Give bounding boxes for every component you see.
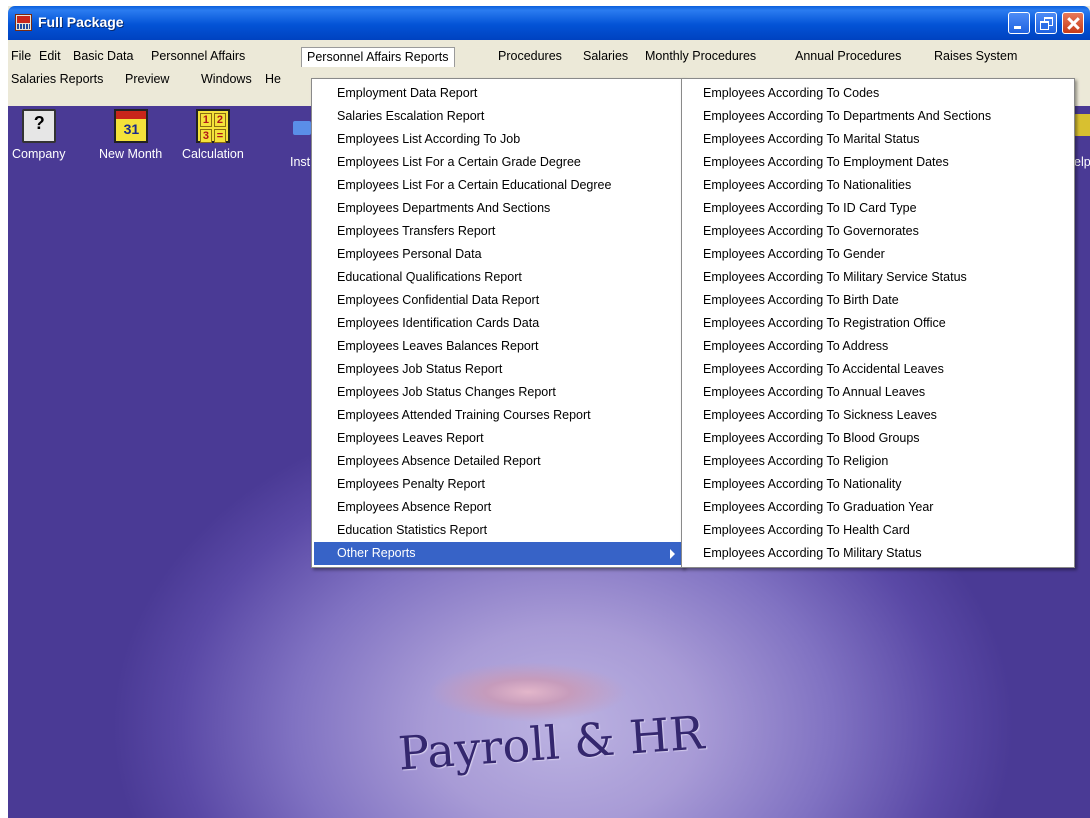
menu-preview[interactable]: Preview (125, 72, 169, 86)
menu-item-report[interactable]: Employment Data Report (312, 82, 683, 105)
submenu-item[interactable]: Employees According To Health Card (682, 519, 1074, 542)
menu-item-report[interactable]: Employees List For a Certain Educational… (312, 174, 683, 197)
app-window: Full Package File Edit Basic Data Person… (8, 6, 1090, 818)
menu-windows[interactable]: Windows (201, 72, 252, 86)
menu-item-report[interactable]: Employees Job Status Changes Report (312, 381, 683, 404)
menu-bar-row-1: File Edit Basic Data Personnel Affairs P… (8, 46, 1090, 69)
menu-item-report[interactable]: Salaries Escalation Report (312, 105, 683, 128)
toolbar-new-month-label: New Month (99, 147, 163, 161)
submenu-item[interactable]: Employees According To Departments And S… (682, 105, 1074, 128)
toolbar-calculation-button[interactable]: 1 2 3 = Calculation (182, 109, 244, 161)
calculator-icon: 1 2 3 = (195, 109, 230, 143)
menu-item-report[interactable]: Employees Departments And Sections (312, 197, 683, 220)
submenu-item[interactable]: Employees According To Registration Offi… (682, 312, 1074, 335)
menu-item-report[interactable]: Employees Job Status Report (312, 358, 683, 381)
menu-basic-data[interactable]: Basic Data (73, 49, 133, 63)
submenu-item[interactable]: Employees According To Codes (682, 82, 1074, 105)
submenu-item[interactable]: Employees According To Annual Leaves (682, 381, 1074, 404)
submenu-item[interactable]: Employees According To Birth Date (682, 289, 1074, 312)
menu-procedures[interactable]: Procedures (498, 49, 562, 63)
menu-personnel-affairs[interactable]: Personnel Affairs (151, 49, 245, 63)
title-bar[interactable]: Full Package (8, 6, 1090, 40)
restore-button[interactable] (1035, 12, 1057, 34)
menu-salaries-reports[interactable]: Salaries Reports (11, 72, 103, 86)
minimize-button[interactable] (1008, 12, 1030, 34)
other-reports-label: Other Reports (337, 546, 416, 560)
toolbar-new-month-button[interactable]: New Month (99, 109, 162, 161)
menu-item-report[interactable]: Employees Absence Detailed Report (312, 450, 683, 473)
menu-item-other-reports[interactable]: Other Reports (314, 542, 681, 565)
submenu-item[interactable]: Employees According To Nationalities (682, 174, 1074, 197)
menu-item-report[interactable]: Employees Identification Cards Data (312, 312, 683, 335)
menu-item-report[interactable]: Employees Leaves Balances Report (312, 335, 683, 358)
menu-personnel-affairs-reports[interactable]: Personnel Affairs Reports (301, 47, 455, 67)
toolbar-inst-label[interactable]: Inst (290, 155, 310, 169)
toolbar-company-label: Company (12, 147, 66, 161)
submenu-item[interactable]: Employees According To Accidental Leaves (682, 358, 1074, 381)
menu-item-report[interactable]: Employees Confidential Data Report (312, 289, 683, 312)
menu-item-report[interactable]: Employees Leaves Report (312, 427, 683, 450)
menu-item-report[interactable]: Education Statistics Report (312, 519, 683, 542)
menu-item-report[interactable]: Employees Penalty Report (312, 473, 683, 496)
menu-salaries[interactable]: Salaries (583, 49, 628, 63)
submenu-item[interactable]: Employees According To Marital Status (682, 128, 1074, 151)
menu-item-report[interactable]: Employees Absence Report (312, 496, 683, 519)
submenu-item[interactable]: Employees According To Military Status (682, 542, 1074, 565)
submenu-item[interactable]: Employees According To Religion (682, 450, 1074, 473)
app-logo-icon (15, 14, 32, 31)
menu-annual-procedures[interactable]: Annual Procedures (795, 49, 901, 63)
toolbar-company-button[interactable]: Company (12, 109, 66, 161)
menu-edit[interactable]: Edit (39, 49, 61, 63)
calendar-icon (113, 109, 148, 143)
menu-item-report[interactable]: Employees List For a Certain Grade Degre… (312, 151, 683, 174)
personnel-affairs-reports-menu: Employment Data Report Salaries Escalati… (311, 78, 684, 568)
menu-monthly-procedures[interactable]: Monthly Procedures (645, 49, 756, 63)
submenu-item[interactable]: Employees According To Address (682, 335, 1074, 358)
submenu-arrow-icon (670, 549, 675, 559)
computer-help-icon (21, 109, 56, 143)
close-button[interactable] (1062, 12, 1084, 34)
menu-item-report[interactable]: Employees Transfers Report (312, 220, 683, 243)
submenu-item[interactable]: Employees According To Military Service … (682, 266, 1074, 289)
toolbar-help-label[interactable]: elp (1074, 155, 1090, 169)
toolbar-calculation-label: Calculation (182, 147, 244, 161)
payroll-hr-logo: Payroll & HR (396, 705, 706, 781)
submenu-item[interactable]: Employees According To Nationality (682, 473, 1074, 496)
window-title: Full Package (38, 14, 124, 30)
submenu-item[interactable]: Employees According To Gender (682, 243, 1074, 266)
menu-item-report[interactable]: Employees List According To Job (312, 128, 683, 151)
submenu-item[interactable]: Employees According To Sickness Leaves (682, 404, 1074, 427)
other-reports-submenu: Employees According To Codes Employees A… (681, 78, 1075, 568)
menu-item-report[interactable]: Educational Qualifications Report (312, 266, 683, 289)
install-icon[interactable] (293, 121, 311, 135)
menu-help[interactable]: He (265, 72, 281, 86)
menu-item-report[interactable]: Employees Attended Training Courses Repo… (312, 404, 683, 427)
submenu-item[interactable]: Employees According To Governorates (682, 220, 1074, 243)
menu-file[interactable]: File (11, 49, 31, 63)
submenu-item[interactable]: Employees According To Employment Dates (682, 151, 1074, 174)
submenu-item[interactable]: Employees According To Graduation Year (682, 496, 1074, 519)
menu-item-report[interactable]: Employees Personal Data (312, 243, 683, 266)
menu-raises-system[interactable]: Raises System (934, 49, 1017, 63)
submenu-item[interactable]: Employees According To ID Card Type (682, 197, 1074, 220)
submenu-item[interactable]: Employees According To Blood Groups (682, 427, 1074, 450)
